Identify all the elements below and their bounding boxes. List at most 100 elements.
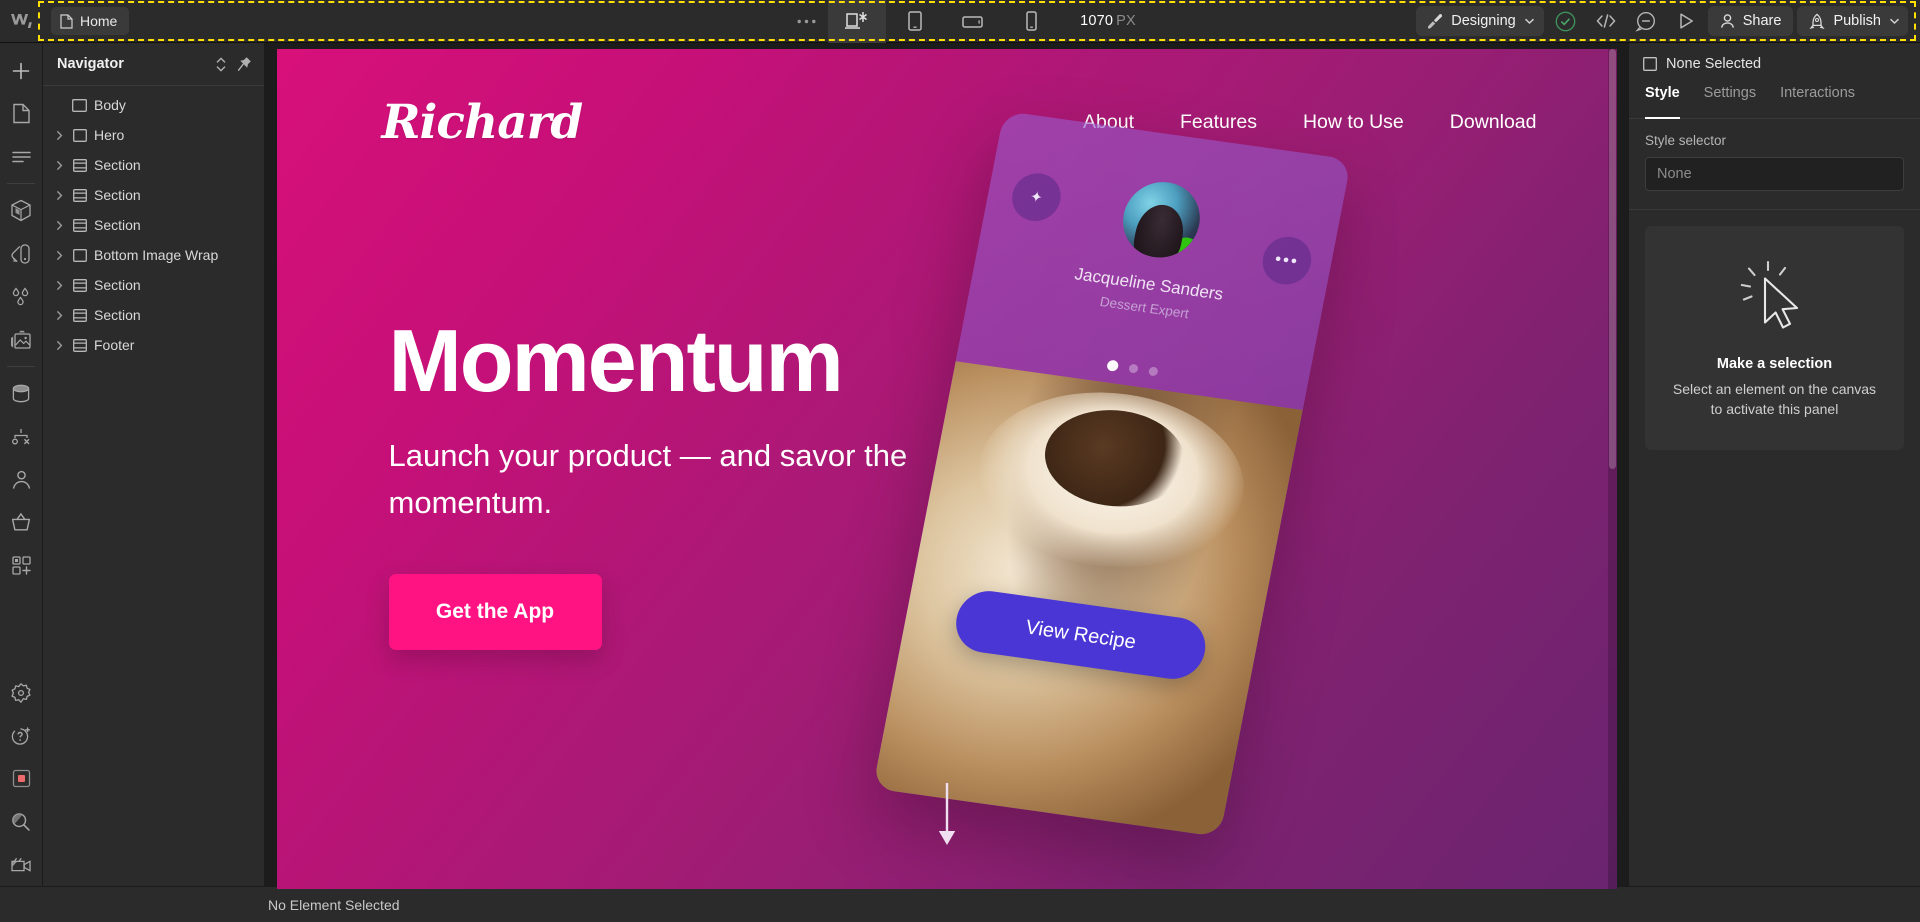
tab-settings[interactable]: Settings xyxy=(1704,85,1756,118)
empty-state-subtitle: Select an element on the canvas to activ… xyxy=(1672,381,1877,418)
section-icon xyxy=(72,308,87,323)
current-page-chip[interactable]: Home xyxy=(51,7,130,35)
assets-image-icon[interactable] xyxy=(0,318,43,361)
play-triangle-icon[interactable] xyxy=(1668,3,1704,39)
viewport-width-unit: PX xyxy=(1116,13,1136,29)
code-brackets-icon[interactable] xyxy=(1588,3,1624,39)
carousel-dot[interactable] xyxy=(1127,363,1139,374)
more-options-button[interactable]: ••• xyxy=(1258,233,1315,288)
phone-mockup-card[interactable]: ✦ ••• Jacqueline Sanders Dessert Expert xyxy=(872,110,1351,838)
section-icon xyxy=(72,158,87,173)
nav-link-how-to-use[interactable]: How to Use xyxy=(1303,111,1404,134)
site-canvas[interactable]: Richard About Features How to Use Downlo… xyxy=(276,49,1617,889)
star-icon-button[interactable]: ✦ xyxy=(1007,170,1065,225)
navigator-header: Navigator xyxy=(43,43,264,86)
down-arrow-icon[interactable] xyxy=(932,781,962,847)
tablet-icon[interactable] xyxy=(886,0,944,43)
click-cursor-icon xyxy=(1732,260,1818,340)
paint-swatch-icon[interactable] xyxy=(0,232,43,275)
carousel-dots[interactable] xyxy=(1105,359,1159,378)
navigator-lines-icon[interactable] xyxy=(0,135,43,178)
hero-heading[interactable]: Momentum xyxy=(389,317,1029,405)
chevron-right-icon[interactable] xyxy=(53,220,65,231)
tree-item-label: Section xyxy=(94,157,141,173)
viewport-width-label: 1070 PX xyxy=(1080,13,1136,29)
add-elements-icon[interactable] xyxy=(0,49,43,92)
help-question-plus-icon[interactable] xyxy=(0,714,43,757)
settings-gear-icon[interactable] xyxy=(0,671,43,714)
mobile-portrait-icon[interactable] xyxy=(1002,0,1060,43)
tree-item-bottom-image-wrap[interactable]: Bottom Image Wrap xyxy=(43,240,264,270)
tree-item-section-5[interactable]: Section xyxy=(43,300,264,330)
chevron-down-icon xyxy=(1524,17,1535,25)
tree-item-section-2[interactable]: Section xyxy=(43,180,264,210)
paintbrush-icon xyxy=(1426,13,1443,30)
navigator-title: Navigator xyxy=(57,56,124,72)
site-brand-logo[interactable]: Richard xyxy=(382,95,584,150)
chevron-right-icon[interactable] xyxy=(53,340,65,351)
tree-item-section-3[interactable]: Section xyxy=(43,210,264,240)
tab-interactions[interactable]: Interactions xyxy=(1780,85,1855,118)
publish-button[interactable]: Publish xyxy=(1797,6,1908,36)
chevron-right-icon[interactable] xyxy=(53,190,65,201)
pages-icon[interactable] xyxy=(0,92,43,135)
record-stop-icon[interactable] xyxy=(0,757,43,800)
share-button[interactable]: Share xyxy=(1707,6,1794,36)
logic-flow-icon[interactable] xyxy=(0,415,43,458)
mobile-landscape-icon[interactable] xyxy=(944,0,1002,43)
tree-item-label: Bottom Image Wrap xyxy=(94,247,219,263)
style-selector-input[interactable]: None xyxy=(1645,157,1904,191)
left-toolbar-rail xyxy=(0,43,43,886)
style-panel: None Selected Style Settings Interaction… xyxy=(1628,43,1920,886)
carousel-dot[interactable] xyxy=(1147,366,1159,377)
nav-link-download[interactable]: Download xyxy=(1450,111,1537,134)
chevron-right-icon[interactable] xyxy=(53,310,65,321)
top-toolbar: Home 1070 PX Designing Share Publish xyxy=(0,0,1920,43)
comment-bubble-icon[interactable] xyxy=(1628,3,1664,39)
apps-grid-plus-icon[interactable] xyxy=(0,544,43,587)
tree-item-body[interactable]: › Body xyxy=(43,90,264,120)
tree-item-label: Body xyxy=(94,97,126,113)
tree-item-section-4[interactable]: Section xyxy=(43,270,264,300)
tree-item-section-1[interactable]: Section xyxy=(43,150,264,180)
variables-drops-icon[interactable] xyxy=(0,275,43,318)
desktop-breakpoint-icon[interactable] xyxy=(828,0,887,43)
users-person-icon[interactable] xyxy=(0,458,43,501)
chevron-right-icon[interactable] xyxy=(53,160,65,171)
components-cube-icon[interactable] xyxy=(0,189,43,232)
video-camera-icon[interactable] xyxy=(0,843,43,886)
navigator-header-actions xyxy=(215,56,252,73)
ellipsis-icon[interactable] xyxy=(784,0,828,43)
online-status-dot xyxy=(1170,235,1200,263)
chevron-right-icon[interactable] xyxy=(53,130,65,141)
cms-database-icon[interactable] xyxy=(0,372,43,415)
webflow-logo-icon[interactable] xyxy=(0,0,43,43)
chevron-right-icon[interactable] xyxy=(53,250,65,261)
pin-icon[interactable] xyxy=(237,56,252,72)
search-magnifier-icon[interactable] xyxy=(0,800,43,843)
style-selector-section: Style selector None xyxy=(1629,119,1920,210)
ecommerce-basket-icon[interactable] xyxy=(0,501,43,544)
tree-item-label: Section xyxy=(94,307,141,323)
canvas-area[interactable]: Richard About Features How to Use Downlo… xyxy=(265,43,1628,889)
person-icon xyxy=(1720,13,1735,29)
nav-link-features[interactable]: Features xyxy=(1180,111,1257,134)
current-page-label: Home xyxy=(80,13,118,29)
publish-label: Publish xyxy=(1833,13,1881,29)
tree-item-footer[interactable]: Footer xyxy=(43,330,264,360)
sort-updown-icon[interactable] xyxy=(215,56,227,73)
tree-item-label: Hero xyxy=(94,127,125,143)
site-navbar[interactable]: Richard About Features How to Use Downlo… xyxy=(277,87,1617,157)
toolbar-left-group: Home xyxy=(43,7,130,35)
check-circle-icon[interactable] xyxy=(1548,3,1584,39)
designer-body: Navigator › Body xyxy=(0,43,1920,889)
selection-label: None Selected xyxy=(1666,56,1762,72)
tree-item-hero[interactable]: Hero xyxy=(43,120,264,150)
canvas-scrollbar-thumb[interactable] xyxy=(1608,49,1616,469)
chevron-right-icon[interactable] xyxy=(53,280,65,291)
designing-mode-button[interactable]: Designing xyxy=(1416,6,1544,36)
get-the-app-button[interactable]: Get the App xyxy=(388,574,602,650)
canvas-scrollbar[interactable] xyxy=(1607,49,1617,889)
carousel-dot-active[interactable] xyxy=(1105,359,1119,372)
tab-style[interactable]: Style xyxy=(1645,85,1680,119)
